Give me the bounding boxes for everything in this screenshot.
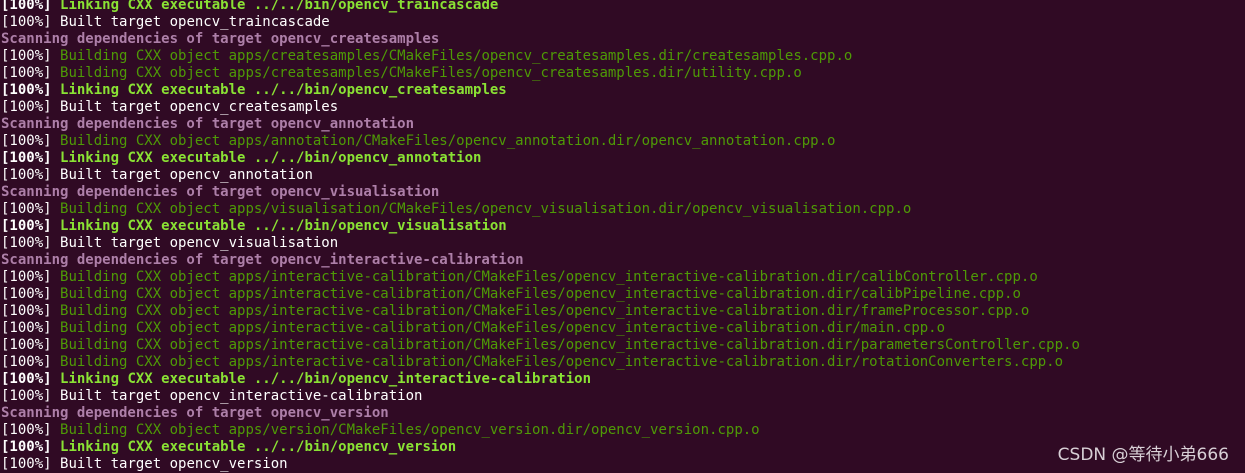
progress-percent: [100%]	[1, 354, 61, 370]
line-message: Scanning dependencies of target opencv_i…	[1, 252, 524, 268]
line-message: Scanning dependencies of target opencv_a…	[1, 116, 415, 132]
csdn-watermark: CSDN @等待小弟666	[1057, 445, 1229, 465]
line-message: Linking CXX executable ../../bin/opencv_…	[60, 218, 507, 234]
line-message: Building CXX object apps/interactive-cal…	[60, 337, 1080, 353]
terminal-line-built: [100%] Built target opencv_annotation	[1, 167, 1245, 184]
line-message: Scanning dependencies of target opencv_v…	[1, 184, 440, 200]
terminal-output[interactable]: [100%] Linking CXX executable ../../bin/…	[0, 0, 1245, 472]
progress-percent: [100%]	[1, 99, 61, 115]
progress-percent: [100%]	[1, 303, 61, 319]
progress-percent: [100%]	[1, 48, 61, 64]
line-message: Built target opencv_version	[60, 456, 288, 472]
terminal-line-built: [100%] Built target opencv_visualisation	[1, 235, 1245, 252]
progress-percent: [100%]	[1, 439, 61, 455]
progress-percent: [100%]	[1, 82, 61, 98]
line-message: Linking CXX executable ../../bin/opencv_…	[60, 82, 507, 98]
progress-percent: [100%]	[1, 269, 61, 285]
terminal-line-linking: [100%] Linking CXX executable ../../bin/…	[1, 371, 1245, 388]
line-message: Building CXX object apps/interactive-cal…	[60, 286, 1021, 302]
terminal-line-building: [100%] Building CXX object apps/interact…	[1, 320, 1245, 337]
progress-percent: [100%]	[1, 456, 61, 472]
progress-percent: [100%]	[1, 422, 61, 438]
progress-percent: [100%]	[1, 320, 61, 336]
line-message: Linking CXX executable ../../bin/opencv_…	[60, 439, 457, 455]
line-message: Scanning dependencies of target opencv_c…	[1, 31, 440, 47]
line-message: Building CXX object apps/interactive-cal…	[60, 269, 1038, 285]
progress-percent: [100%]	[1, 150, 61, 166]
line-message: Linking CXX executable ../../bin/opencv_…	[60, 150, 482, 166]
progress-percent: [100%]	[1, 133, 61, 149]
terminal-line-built: [100%] Built target opencv_traincascade	[1, 14, 1245, 31]
terminal-line-scanning: Scanning dependencies of target opencv_v…	[1, 184, 1245, 201]
terminal-line-scanning: Scanning dependencies of target opencv_v…	[1, 405, 1245, 422]
terminal-line-building: [100%] Building CXX object apps/interact…	[1, 354, 1245, 371]
progress-percent: [100%]	[1, 218, 61, 234]
line-message: Building CXX object apps/interactive-cal…	[60, 354, 1064, 370]
progress-percent: [100%]	[1, 371, 61, 387]
line-message: Built target opencv_annotation	[60, 167, 313, 183]
terminal-line-building: [100%] Building CXX object apps/annotati…	[1, 133, 1245, 150]
line-message: Building CXX object apps/version/CMakeFi…	[60, 422, 760, 438]
progress-percent: [100%]	[1, 337, 61, 353]
progress-percent: [100%]	[1, 235, 61, 251]
progress-percent: [100%]	[1, 14, 61, 30]
terminal-line-building: [100%] Building CXX object apps/interact…	[1, 337, 1245, 354]
progress-percent: [100%]	[1, 286, 61, 302]
terminal-line-built: [100%] Built target opencv_interactive-c…	[1, 388, 1245, 405]
terminal-line-scanning: Scanning dependencies of target opencv_i…	[1, 252, 1245, 269]
line-message: Building CXX object apps/interactive-cal…	[60, 320, 946, 336]
terminal-line-building: [100%] Building CXX object apps/interact…	[1, 303, 1245, 320]
terminal-line-built: [100%] Built target opencv_createsamples	[1, 99, 1245, 116]
line-message: Building CXX object apps/annotation/CMak…	[60, 133, 836, 149]
progress-percent: [100%]	[1, 388, 61, 404]
line-message: Building CXX object apps/createsamples/C…	[60, 48, 853, 64]
terminal-line-linking: [100%] Linking CXX executable ../../bin/…	[1, 218, 1245, 235]
progress-percent: [100%]	[1, 0, 61, 13]
line-message: Linking CXX executable ../../bin/opencv_…	[60, 0, 499, 13]
terminal-line-building: [100%] Building CXX object apps/version/…	[1, 422, 1245, 439]
line-message: Building CXX object apps/visualisation/C…	[60, 201, 912, 217]
line-message: Linking CXX executable ../../bin/opencv_…	[60, 371, 592, 387]
line-message: Built target opencv_createsamples	[60, 99, 339, 115]
line-message: Built target opencv_traincascade	[60, 14, 330, 30]
terminal-line-linking: [100%] Linking CXX executable ../../bin/…	[1, 0, 1245, 14]
line-message: Building CXX object apps/interactive-cal…	[60, 303, 1030, 319]
progress-percent: [100%]	[1, 201, 61, 217]
terminal-line-building: [100%] Building CXX object apps/interact…	[1, 269, 1245, 286]
line-message: Built target opencv_visualisation	[60, 235, 339, 251]
terminal-line-linking: [100%] Linking CXX executable ../../bin/…	[1, 150, 1245, 167]
terminal-line-building: [100%] Building CXX object apps/createsa…	[1, 48, 1245, 65]
terminal-line-scanning: Scanning dependencies of target opencv_a…	[1, 116, 1245, 133]
terminal-line-scanning: Scanning dependencies of target opencv_c…	[1, 31, 1245, 48]
line-message: Building CXX object apps/createsamples/C…	[60, 65, 802, 81]
progress-percent: [100%]	[1, 167, 61, 183]
line-message: Scanning dependencies of target opencv_v…	[1, 405, 389, 421]
terminal-line-linking: [100%] Linking CXX executable ../../bin/…	[1, 82, 1245, 99]
progress-percent: [100%]	[1, 65, 61, 81]
line-message: Built target opencv_interactive-calibrat…	[60, 388, 423, 404]
terminal-line-building: [100%] Building CXX object apps/visualis…	[1, 201, 1245, 218]
terminal-line-building: [100%] Building CXX object apps/interact…	[1, 286, 1245, 303]
terminal-line-building: [100%] Building CXX object apps/createsa…	[1, 65, 1245, 82]
